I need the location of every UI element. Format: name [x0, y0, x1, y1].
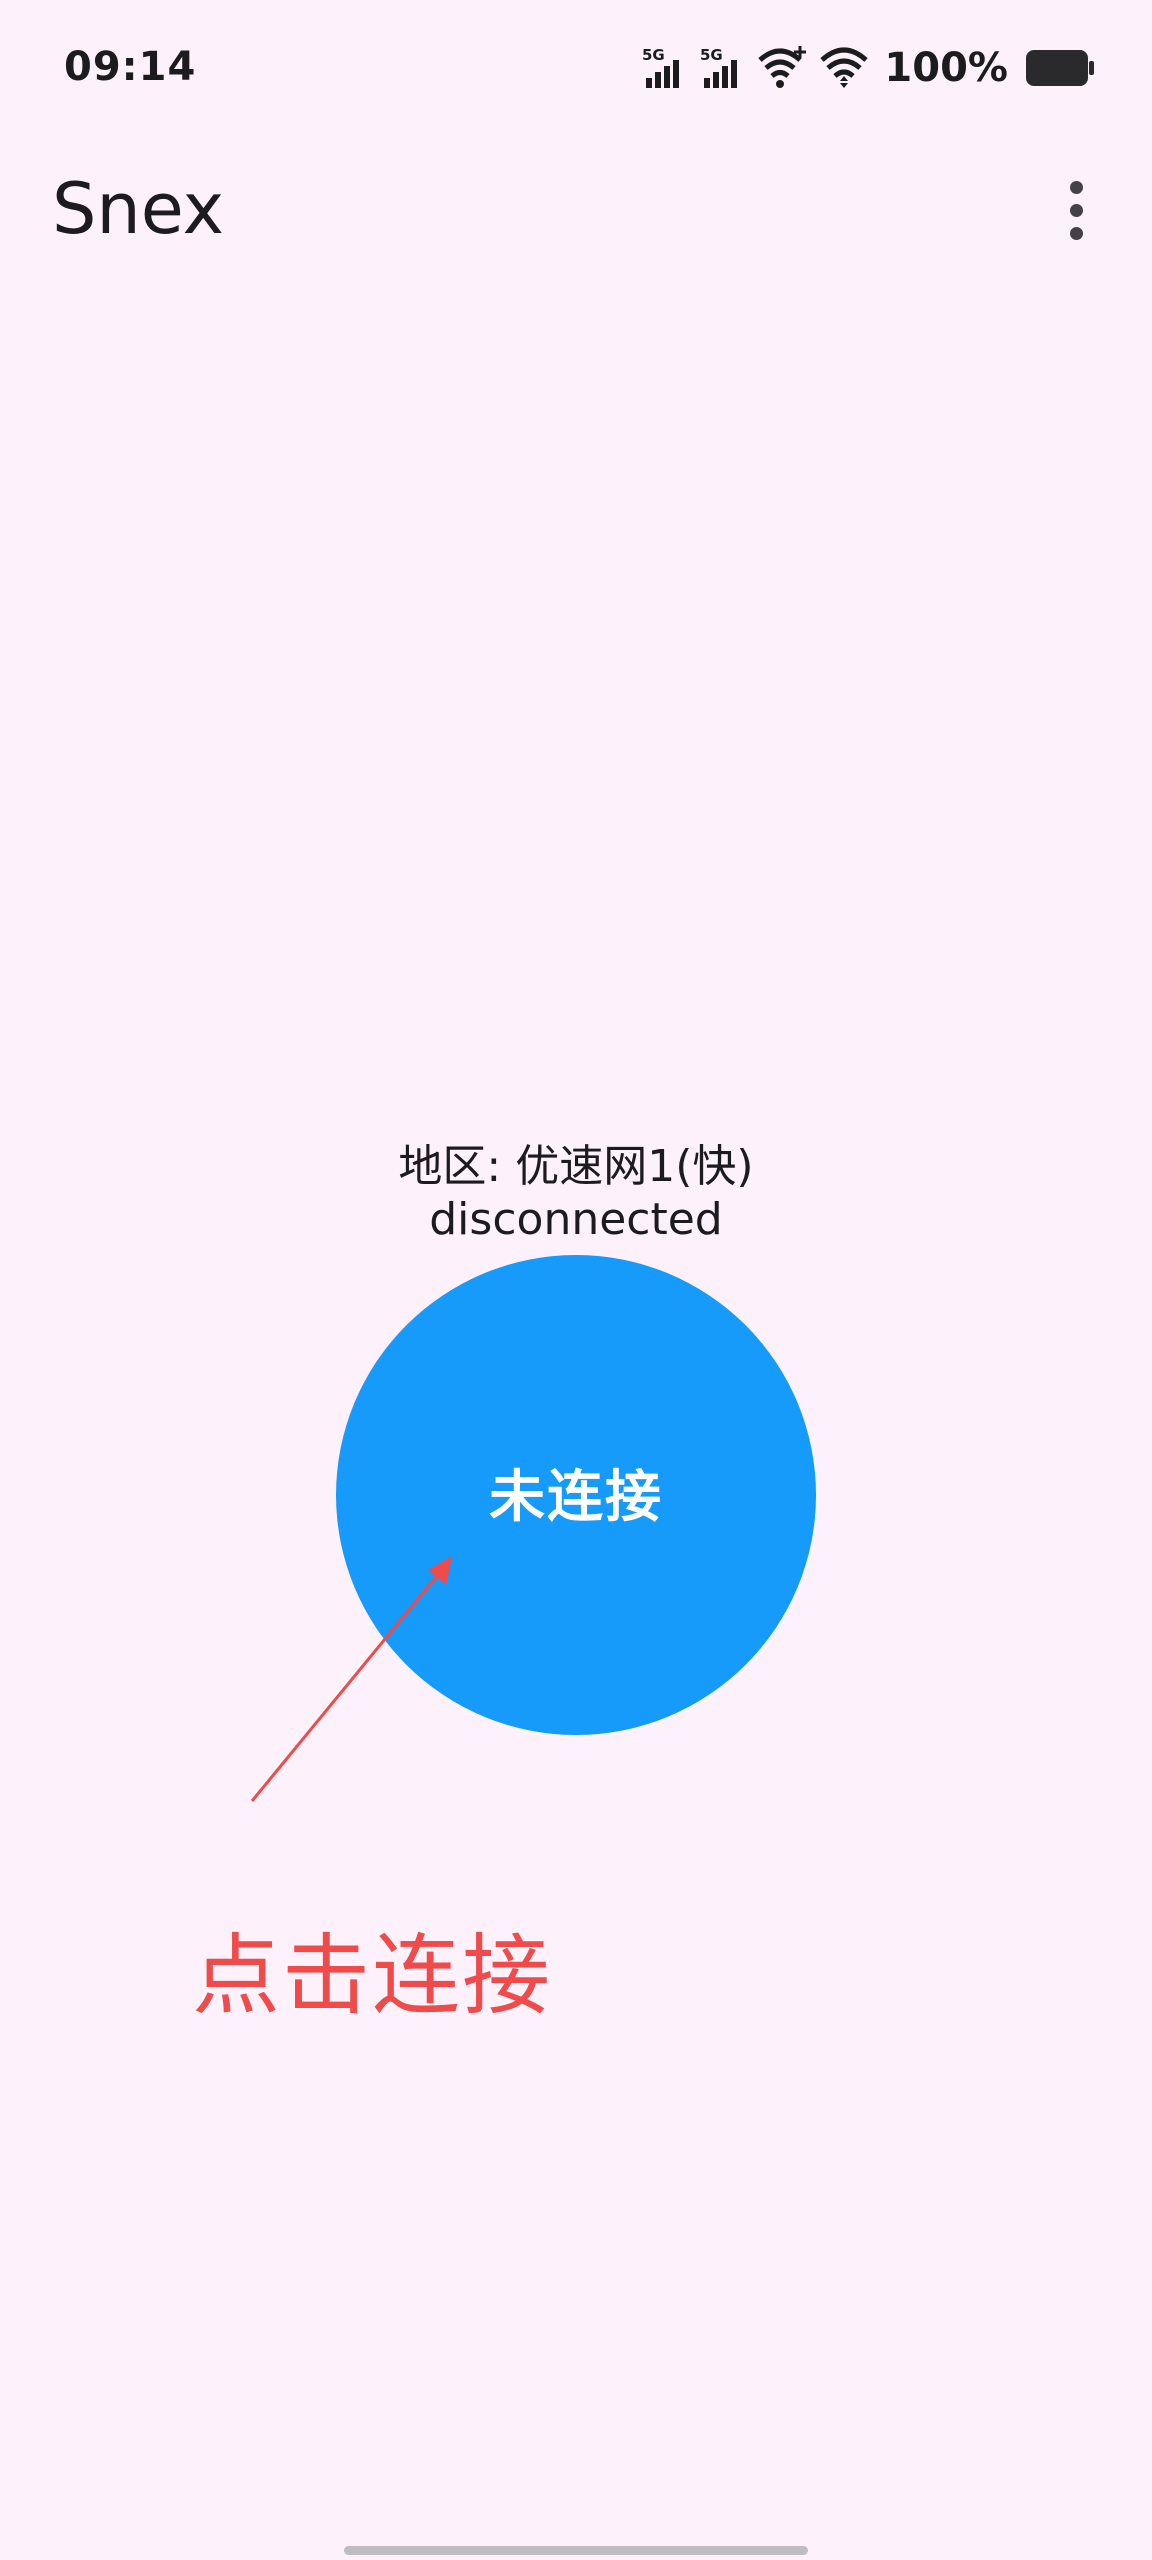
region-label: 地区: 优速网1(快): [398, 1141, 754, 1192]
menu-dot: [1069, 180, 1083, 194]
app-title: Snex: [52, 168, 225, 250]
svg-text:5G: 5G: [700, 46, 723, 64]
annotation-text: 点击连接: [192, 1924, 553, 2027]
wifi-icon: [820, 47, 869, 88]
battery-icon: [1026, 50, 1094, 86]
connection-status: disconnected: [429, 1194, 723, 1245]
battery-percent: 100%: [884, 45, 1008, 91]
svg-text:5G: 5G: [642, 46, 665, 64]
connect-button-label: 未连接: [489, 1464, 663, 1528]
status-icons: 5G 5G 100%: [640, 44, 1096, 92]
more-vert-icon[interactable]: [1044, 170, 1108, 250]
status-bar: 09:14 5G 5G 100%: [0, 0, 1152, 140]
wifi-plus-icon: [758, 46, 807, 88]
status-time: 09:14: [64, 44, 197, 90]
app-bar: Snex: [0, 150, 1152, 270]
signal-5g-icon: 5G: [642, 46, 680, 88]
menu-dot: [1069, 203, 1083, 217]
menu-dot: [1069, 226, 1083, 240]
signal-5g-icon: 5G: [700, 46, 738, 88]
home-indicator[interactable]: [344, 2546, 808, 2555]
connect-button[interactable]: 未连接: [336, 1255, 816, 1735]
